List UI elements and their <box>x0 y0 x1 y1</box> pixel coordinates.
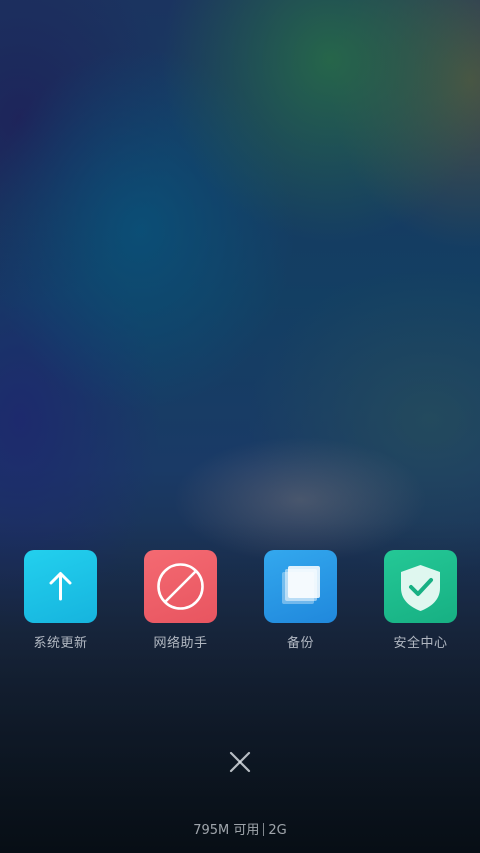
backup-tile[interactable] <box>264 550 337 623</box>
toggle-system-update[interactable]: 系统更新 <box>24 550 98 651</box>
shield-check-icon <box>401 565 440 611</box>
memory-total: 2G <box>268 823 287 838</box>
toggle-security-center[interactable]: 安全中心 <box>384 550 458 651</box>
backup-label: 备份 <box>286 636 314 651</box>
toggle-backup[interactable]: 备份 <box>264 550 338 651</box>
close-button[interactable] <box>222 744 258 780</box>
network-assistant-tile[interactable] <box>144 550 217 623</box>
backup-layers-icon <box>282 566 320 604</box>
block-icon <box>157 563 204 610</box>
system-update-tile[interactable] <box>24 550 97 623</box>
arrow-up-icon <box>49 572 72 601</box>
system-update-label: 系统更新 <box>33 636 88 651</box>
memory-status: 795M 可用 2G <box>0 819 480 838</box>
security-center-label: 安全中心 <box>393 636 448 651</box>
toggle-network-assistant[interactable]: 网络助手 <box>144 550 218 651</box>
memory-available: 795M 可用 <box>193 823 260 838</box>
network-assistant-label: 网络助手 <box>153 636 208 651</box>
memory-divider <box>263 823 265 836</box>
security-center-tile[interactable] <box>384 550 457 623</box>
close-icon <box>229 751 251 773</box>
